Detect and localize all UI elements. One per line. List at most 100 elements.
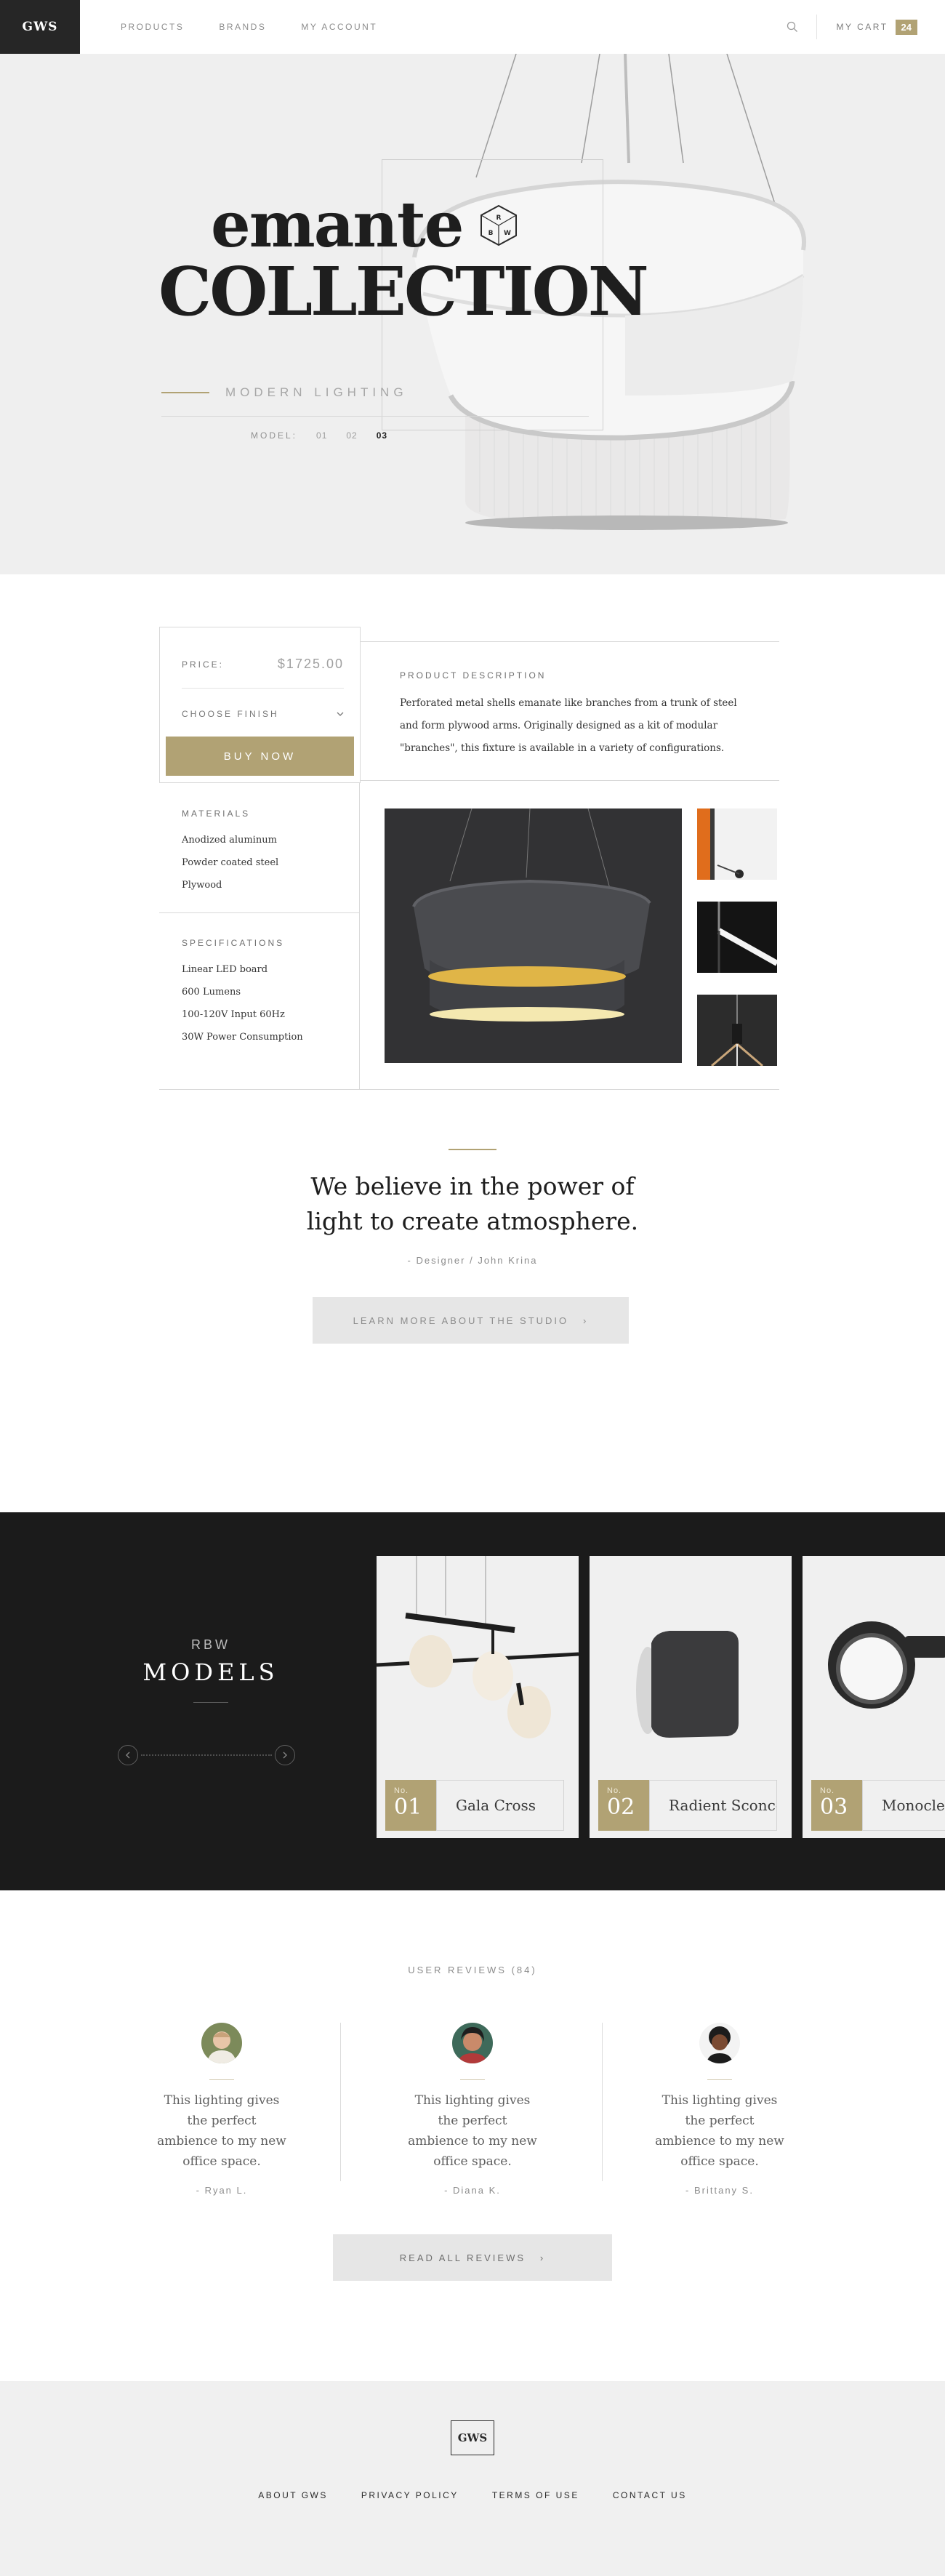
footer-link-terms[interactable]: TERMS OF USE [492, 2490, 579, 2500]
card-number-badge: No. 02 [598, 1780, 649, 1831]
svg-text:B: B [488, 230, 494, 237]
model-card-monocle[interactable]: No. 03 Monocle W [803, 1556, 945, 1838]
reviews-section: USER REVIEWS (84) This lighting gives th… [0, 1890, 945, 2381]
materials-title: MATERIALS [182, 808, 251, 819]
studio-quote: We believe in the power of light to crea… [306, 1172, 639, 1235]
spec-item: 600 Lumens [182, 987, 241, 998]
product-main-image[interactable] [385, 808, 682, 1063]
chevron-down-icon [337, 712, 344, 716]
card-name: Radient Sconce [649, 1780, 777, 1831]
price-label: PRICE: [182, 659, 225, 670]
nav-link-brands[interactable]: BRANDS [219, 22, 266, 32]
review-text: This lighting gives the perfect ambience… [157, 2093, 286, 2169]
buy-now-button[interactable]: BUY NOW [166, 737, 354, 776]
cart-link[interactable]: MY CART [836, 22, 888, 32]
review-card: This lighting gives the perfect ambience… [596, 2023, 843, 2196]
model-selector: MODEL: 01 02 03 [251, 430, 387, 441]
avatar [452, 2023, 493, 2063]
footer-logo[interactable]: GWS [451, 2420, 494, 2455]
footer-link-about[interactable]: ABOUT GWS [258, 2490, 328, 2500]
nav-link-my-account[interactable]: MY ACCOUNT [301, 22, 377, 32]
learn-more-studio-button[interactable]: LEARN MORE ABOUT THE STUDIO › [313, 1297, 629, 1344]
review-text: This lighting gives the perfect ambience… [655, 2093, 784, 2169]
finish-dropdown-label: CHOOSE FINISH [182, 709, 279, 719]
model-card-radient-sconce[interactable]: No. 02 Radient Sconce [590, 1556, 792, 1838]
hero-section: emante R B W COLLECTION MODERN LIGHTING … [0, 54, 945, 574]
carousel-next-button[interactable] [275, 1745, 295, 1765]
footer: GWS ABOUT GWS PRIVACY POLICY TERMS OF US… [0, 2381, 945, 2576]
learn-more-label: LEARN MORE ABOUT THE STUDIO [353, 1315, 569, 1326]
svg-text:W: W [504, 230, 511, 237]
review-author: - Diana K. [444, 2185, 501, 2196]
avatar [699, 2023, 740, 2063]
models-carousel: RBW MODELS No. 01 Gala Cross No. 02 Radi… [0, 1512, 945, 1890]
chevron-right-icon [283, 1752, 287, 1759]
hero-subtitle-text: MODERN LIGHTING [225, 385, 408, 399]
divider [182, 688, 344, 689]
review-card: This lighting gives the perfect ambience… [349, 2023, 596, 2196]
card-name: Gala Cross [436, 1780, 564, 1831]
svg-text:R: R [496, 214, 502, 222]
divider [209, 2079, 234, 2080]
divider [159, 912, 360, 913]
material-item: Plywood [182, 880, 222, 891]
chevron-right-icon: › [573, 1315, 589, 1326]
gold-accent-line [449, 1149, 496, 1150]
footer-link-privacy[interactable]: PRIVACY POLICY [361, 2490, 459, 2500]
carousel-prev-button[interactable] [118, 1745, 138, 1765]
divider [159, 1089, 779, 1090]
product-thumbnail-3[interactable] [697, 995, 777, 1066]
footer-nav: ABOUT GWS PRIVACY POLICY TERMS OF USE CO… [0, 2490, 945, 2500]
footer-link-contact[interactable]: CONTACT US [613, 2490, 687, 2500]
model-card-gala-cross[interactable]: No. 01 Gala Cross [377, 1556, 579, 1838]
price-value: $1725.00 [277, 657, 344, 671]
card-name: Monocle W [862, 1780, 945, 1831]
models-heading: RBW MODELS [87, 1637, 334, 1703]
nav-right: MY CART 24 [784, 0, 917, 54]
divider [340, 2023, 341, 2181]
purchase-panel: PRICE: $1725.00 CHOOSE FINISH BUY NOW [159, 627, 361, 783]
read-all-reviews-button[interactable]: READ ALL REVIEWS › [333, 2234, 612, 2281]
description-text: Perforated metal shells emanate like bra… [400, 697, 737, 754]
finish-dropdown[interactable]: CHOOSE FINISH [182, 709, 344, 719]
quote-author: - Designer / John Krina [407, 1255, 538, 1266]
cart-count-badge[interactable]: 24 [895, 19, 917, 35]
model-option-01[interactable]: 01 [316, 430, 327, 441]
product-section: PRICE: $1725.00 CHOOSE FINISH BUY NOW PR… [0, 574, 945, 1149]
card-number-badge: No. 01 [385, 1780, 436, 1831]
nav-link-products[interactable]: PRODUCTS [121, 22, 184, 32]
product-thumbnail-1[interactable] [697, 808, 777, 880]
divider [460, 2079, 485, 2080]
read-all-reviews-label: READ ALL REVIEWS [399, 2252, 526, 2263]
card-number-badge: No. 03 [811, 1780, 862, 1831]
review-text: This lighting gives the perfect ambience… [408, 2093, 537, 2169]
hero-title-line2: COLLECTION [158, 252, 649, 331]
spec-item: 100-120V Input 60Hz [182, 1009, 285, 1020]
specifications-title: SPECIFICATIONS [182, 938, 285, 948]
price-row: PRICE: $1725.00 [182, 657, 344, 672]
specifications-block: SPECIFICATIONS Linear LED board 600 Lume… [182, 938, 349, 1048]
top-nav: GWS PRODUCTS BRANDS MY ACCOUNT MY CART 2… [0, 0, 945, 54]
carousel-track [141, 1754, 272, 1756]
materials-block: MATERIALS Anodized aluminum Powder coate… [182, 808, 349, 896]
review-card: This lighting gives the perfect ambience… [98, 2023, 345, 2196]
divider [707, 2079, 732, 2080]
divider [360, 780, 779, 781]
divider [360, 641, 779, 642]
hero-divider [161, 416, 589, 417]
product-description: PRODUCT DESCRIPTION Perforated metal she… [400, 670, 749, 760]
studio-quote-section: We believe in the power of light to crea… [0, 1149, 945, 1512]
model-option-03[interactable]: 03 [377, 430, 387, 441]
product-thumbnail-2[interactable] [697, 902, 777, 973]
review-author: - Brittany S. [685, 2185, 754, 2196]
material-item: Anodized aluminum [182, 835, 277, 846]
main-nav: PRODUCTS BRANDS MY ACCOUNT [121, 22, 377, 32]
chevron-left-icon [126, 1752, 130, 1759]
model-option-02[interactable]: 02 [346, 430, 357, 441]
brand-logo[interactable]: GWS [0, 0, 80, 54]
divider [193, 1702, 228, 1703]
search-icon[interactable] [784, 19, 800, 35]
avatar [201, 2023, 242, 2063]
reviews-title: USER REVIEWS (84) [408, 1965, 537, 1975]
model-label: MODEL: [251, 430, 298, 441]
